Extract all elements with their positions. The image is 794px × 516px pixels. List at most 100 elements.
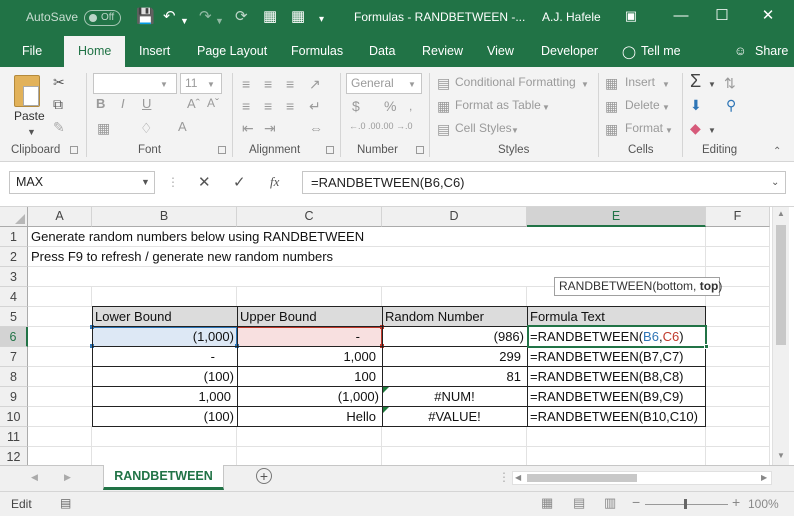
save-icon[interactable]: 💾: [136, 8, 155, 26]
format-as-table-dropdown-icon[interactable]: ▼: [542, 100, 550, 116]
cell-e9[interactable]: =RANDBETWEEN(B9,C9): [527, 387, 706, 407]
shrink-font-icon[interactable]: Aˇ: [207, 96, 219, 110]
horizontal-scrollbar[interactable]: ◀ ▶: [512, 471, 772, 485]
autosum-dropdown-icon[interactable]: ▼: [708, 77, 716, 93]
cell-e10[interactable]: =RANDBETWEEN(B10,C10): [527, 407, 706, 427]
col-header-a[interactable]: A: [28, 207, 92, 227]
row-header-11[interactable]: 11: [0, 427, 28, 447]
table-icon[interactable]: ▦: [263, 8, 277, 26]
vertical-scroll-thumb[interactable]: [776, 225, 786, 345]
row-header-1[interactable]: 1: [0, 227, 28, 247]
row-header-10[interactable]: 10: [0, 407, 28, 427]
comma-style-icon[interactable]: ,: [409, 98, 412, 114]
cell-e6[interactable]: =RANDBETWEEN(B6,C6): [527, 327, 706, 347]
prev-sheet-icon[interactable]: ◀: [31, 472, 38, 483]
bold-icon[interactable]: B: [96, 96, 105, 111]
cell-c10[interactable]: Hello: [237, 407, 382, 427]
cut-icon[interactable]: ✂: [53, 74, 65, 90]
tooltip-arg[interactable]: top: [700, 279, 719, 293]
cell-d7[interactable]: 299: [382, 347, 527, 367]
cell-c6[interactable]: -: [237, 327, 382, 347]
col-header-c[interactable]: C: [237, 207, 382, 227]
next-sheet-icon[interactable]: ▶: [64, 472, 71, 483]
scroll-left-icon[interactable]: ◀: [515, 473, 521, 482]
macro-record-icon[interactable]: ▤: [60, 496, 71, 510]
vertical-scrollbar[interactable]: ▲ ▼: [772, 207, 789, 465]
percent-icon[interactable]: %: [384, 98, 396, 114]
collapse-ribbon-icon[interactable]: ⌃: [773, 144, 781, 160]
cell-styles-button[interactable]: Cell Styles: [455, 121, 512, 135]
row-header-8[interactable]: 8: [0, 367, 28, 387]
cell-styles-dropdown-icon[interactable]: ▼: [511, 123, 519, 139]
row-header-2[interactable]: 2: [0, 247, 28, 267]
alignment-launcher-icon[interactable]: [326, 146, 334, 154]
tab-file[interactable]: File: [22, 44, 42, 58]
select-all-corner[interactable]: [0, 207, 28, 227]
insert-function-icon[interactable]: fx: [270, 174, 279, 190]
sheet-tab-randbetween[interactable]: RANDBETWEEN: [103, 465, 224, 490]
row-header-12[interactable]: 12: [0, 447, 28, 467]
autosave-toggle[interactable]: Off: [84, 10, 121, 26]
currency-icon[interactable]: $: [352, 98, 360, 114]
page-layout-view-icon[interactable]: ▤: [573, 495, 585, 511]
insert-cells-button[interactable]: Insert: [625, 75, 655, 89]
scroll-down-icon[interactable]: ▼: [777, 451, 785, 460]
number-format-dropdown-icon[interactable]: ▼: [408, 77, 416, 93]
sort-filter-icon[interactable]: ⇅: [724, 75, 736, 91]
paste-icon[interactable]: [14, 75, 40, 107]
borders-icon[interactable]: ▦: [97, 120, 110, 136]
cell-d6[interactable]: (986): [382, 327, 527, 347]
tab-view[interactable]: View: [487, 44, 514, 58]
autosum-icon[interactable]: Σ: [690, 72, 701, 90]
format-as-table-button[interactable]: Format as Table: [455, 98, 541, 112]
cell-e7[interactable]: =RANDBETWEEN(B7,C7): [527, 347, 706, 367]
wrap-text-icon[interactable]: ↵: [309, 98, 321, 114]
font-color-icon[interactable]: A: [178, 119, 187, 134]
col-header-f[interactable]: F: [706, 207, 770, 227]
tab-data[interactable]: Data: [369, 44, 395, 58]
decrease-indent-icon[interactable]: ⇤: [242, 120, 254, 136]
number-launcher-icon[interactable]: [416, 146, 424, 154]
col-header-b[interactable]: B: [92, 207, 237, 227]
row-header-7[interactable]: 7: [0, 347, 28, 367]
cell-c9[interactable]: (1,000): [237, 387, 382, 407]
name-box[interactable]: MAX: [9, 171, 155, 194]
maximize-icon[interactable]: ☐: [712, 6, 732, 26]
tab-split-icon[interactable]: ⋮: [498, 470, 510, 484]
fill-color-icon[interactable]: ♢: [140, 120, 153, 136]
tell-me-search[interactable]: Tell me: [641, 44, 681, 58]
cell-c8[interactable]: 100: [237, 367, 382, 387]
fill-icon[interactable]: ⬇: [690, 97, 702, 113]
refresh-icon[interactable]: ⟳: [235, 8, 248, 26]
center-icon[interactable]: ≡: [264, 98, 272, 114]
row-header-5[interactable]: 5: [0, 307, 28, 327]
font-size-box[interactable]: 11: [180, 73, 222, 94]
cell-d9[interactable]: #NUM!: [382, 387, 527, 407]
cell-d10[interactable]: #VALUE!: [382, 407, 527, 427]
row-header-4[interactable]: 4: [0, 287, 28, 307]
bottom-align-icon[interactable]: ≡: [286, 76, 294, 92]
undo-dropdown-icon[interactable]: ▼: [180, 12, 189, 30]
col-header-e[interactable]: E: [527, 207, 706, 227]
grow-font-icon[interactable]: Aˆ: [187, 96, 200, 111]
zoom-level[interactable]: 100%: [748, 497, 779, 511]
row-header-6[interactable]: 6: [0, 327, 28, 347]
insert-dropdown-icon[interactable]: ▼: [662, 77, 670, 93]
tab-review[interactable]: Review: [422, 44, 463, 58]
cell-d8[interactable]: 81: [382, 367, 527, 387]
orientation-icon[interactable]: ↗: [309, 76, 321, 92]
delete-dropdown-icon[interactable]: ▼: [662, 100, 670, 116]
cell-b10[interactable]: (100): [92, 407, 237, 427]
user-name[interactable]: A.J. Hafele: [542, 10, 601, 24]
cell-b7[interactable]: -: [92, 347, 237, 367]
horizontal-scroll-thumb[interactable]: [527, 474, 637, 482]
cell-d5[interactable]: Random Number: [382, 307, 527, 327]
italic-icon[interactable]: I: [121, 96, 125, 111]
row-header-9[interactable]: 9: [0, 387, 28, 407]
align-right-icon[interactable]: ≡: [286, 98, 294, 114]
undo-icon[interactable]: ↶: [163, 8, 176, 26]
formula-input[interactable]: =RANDBETWEEN(B6,C6): [302, 171, 786, 194]
cell-b9[interactable]: 1,000: [92, 387, 237, 407]
cell-e5[interactable]: Formula Text: [527, 307, 706, 327]
decrease-decimal-icon[interactable]: .00 →.0: [381, 121, 413, 131]
